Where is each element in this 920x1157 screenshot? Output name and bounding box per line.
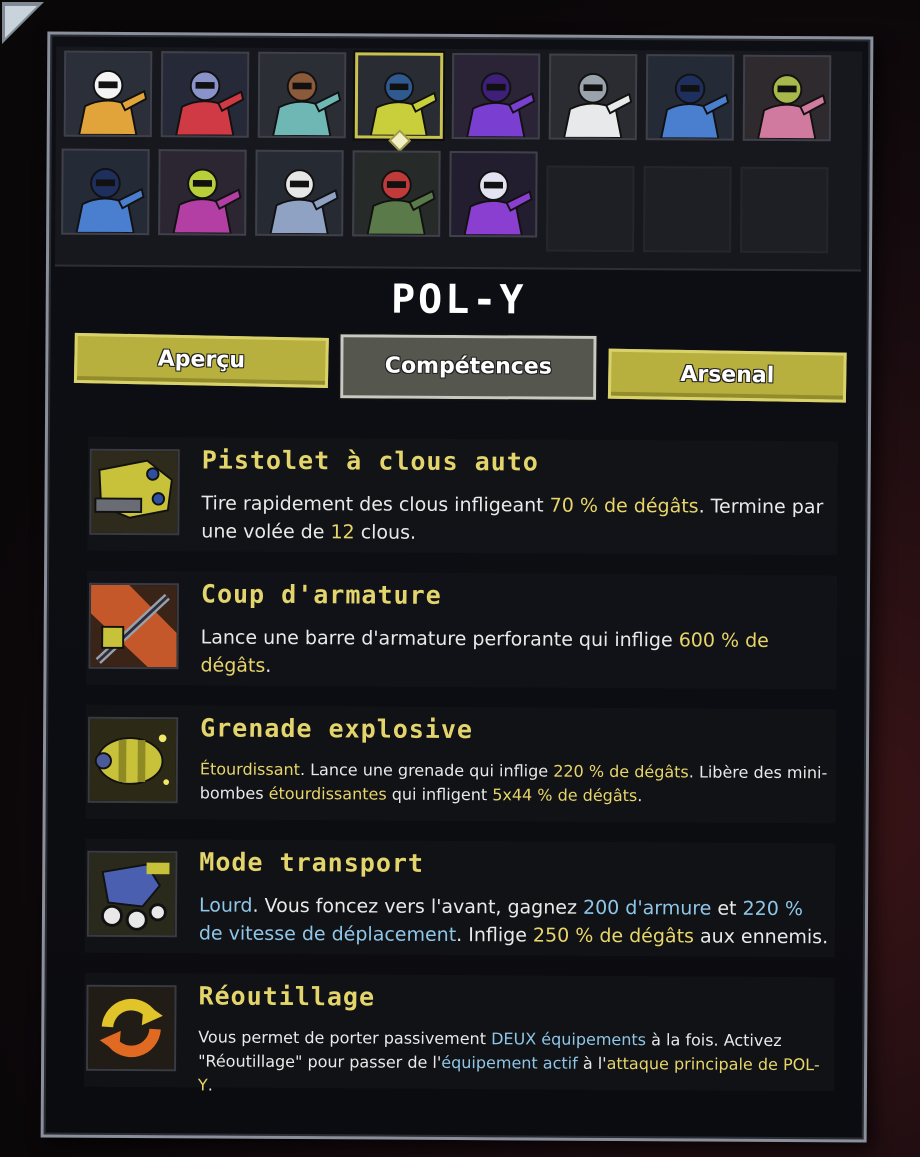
- highlight-text: étourdissantes: [268, 783, 387, 804]
- skill-row: Coup d'armature Lance une barre d'armatur…: [86, 570, 838, 690]
- tab-arsenal[interactable]: Arsenal: [607, 348, 847, 403]
- skill-row: Grenade explosive Étourdissant. Lance une…: [85, 704, 837, 824]
- description-text: aux ennemis.: [693, 925, 829, 949]
- skill-description: Étourdissant. Lance une grenade qui infl…: [200, 757, 830, 809]
- tab-overview[interactable]: Aperçu: [73, 332, 329, 388]
- highlight-text: Étourdissant: [199, 759, 301, 780]
- description-text: .: [265, 654, 272, 677]
- roster-slot-3[interactable]: [257, 51, 347, 139]
- tab-skills[interactable]: Compétences: [338, 332, 599, 402]
- roster-slot-13[interactable]: [449, 150, 538, 238]
- skill-title: Pistolet à clous auto: [201, 445, 539, 477]
- roster-slot-4[interactable]: [354, 52, 444, 139]
- roster-slot-9[interactable]: [61, 148, 150, 236]
- roster-slot-1[interactable]: [63, 50, 153, 138]
- character-portrait-icon: [744, 56, 830, 140]
- roster-slot-7[interactable]: [645, 54, 735, 141]
- description-text: .: [637, 786, 643, 806]
- transport-mode-icon: [86, 850, 178, 938]
- skill-description: Lance une barre d'armature perforante qu…: [200, 623, 830, 683]
- roster-slot-10[interactable]: [158, 149, 247, 236]
- character-portrait-icon: [65, 52, 151, 136]
- character-portrait-icon: [453, 54, 539, 138]
- character-portrait-icon: [451, 152, 536, 236]
- description-text: Tire rapidement des clous infligeant: [201, 492, 550, 517]
- character-portrait-icon: [63, 150, 148, 234]
- highlight-text: 70 % de dégâts: [549, 494, 699, 518]
- description-text: . Lance une grenade qui inflige: [299, 760, 554, 781]
- roster-slot-5[interactable]: [451, 52, 541, 140]
- skill-description: Vous permet de porter passivement DEUX é…: [198, 1025, 828, 1101]
- character-portrait-icon: [550, 55, 636, 139]
- skill-row: Pistolet à clous auto Tire rapidement des…: [87, 436, 838, 556]
- skill-title: Grenade explosive: [200, 713, 474, 745]
- description-text: . Vous foncez vers l'avant, gagnez: [252, 894, 584, 919]
- description-text: à l': [577, 1053, 607, 1073]
- roster-slot-15[interactable]: [643, 166, 732, 253]
- description-text: Vous permet de porter passivement: [198, 1027, 492, 1049]
- skill-description: Tire rapidement des clous infligeant 70 …: [201, 489, 831, 549]
- roster-slot-14[interactable]: [546, 165, 635, 253]
- character-portrait-icon: [354, 152, 439, 235]
- survivor-panel: POL-Y Aperçu Compétences Arsenal Pistole…: [40, 31, 874, 1143]
- roster-slot-8[interactable]: [742, 54, 832, 142]
- highlight-text: Lourd: [198, 894, 253, 917]
- skills-list: Pistolet à clous auto Tire rapidement des…: [83, 436, 838, 1095]
- highlight-text: 220 % de dégâts: [553, 761, 689, 782]
- highlight-text: 250 % de dégâts: [532, 924, 695, 948]
- character-portrait-icon: [160, 151, 245, 234]
- grenade-icon: [87, 716, 179, 804]
- character-portrait-icon: [162, 53, 248, 136]
- highlight-text: DEUX équipements: [491, 1029, 647, 1050]
- description-text: clous.: [354, 521, 417, 544]
- description-text: et: [711, 897, 743, 920]
- skill-title: Coup d'armature: [200, 579, 442, 610]
- highlight-text: 5x44 % de dégâts: [492, 785, 638, 806]
- character-roster: [54, 46, 863, 272]
- skill-row: Mode transport Lourd. Vous foncez vers l'…: [84, 838, 836, 958]
- rebar-icon: [88, 582, 180, 670]
- description-text: Lance une barre d'armature perforante qu…: [200, 626, 679, 652]
- skill-title: Réoutillage: [198, 981, 376, 1012]
- character-portrait-icon: [257, 151, 342, 235]
- roster-slot-16[interactable]: [740, 166, 829, 254]
- character-portrait-icon: [357, 55, 441, 136]
- retool-icon: [86, 984, 177, 1072]
- character-name: POL-Y: [390, 276, 527, 324]
- skill-description: Lourd. Vous foncez vers l'avant, gagnez …: [199, 891, 829, 951]
- roster-slot-6[interactable]: [548, 53, 638, 141]
- roster-slot-11[interactable]: [255, 149, 344, 237]
- character-portrait-icon: [647, 56, 733, 139]
- roster-slot-12[interactable]: [352, 150, 441, 237]
- roster-slot-2[interactable]: [160, 51, 250, 138]
- skill-title: Mode transport: [199, 847, 425, 878]
- skill-row: Réoutillage Vous permet de porter passive…: [83, 972, 835, 1095]
- description-text: qui infligent: [386, 784, 493, 805]
- character-portrait-icon: [259, 53, 345, 137]
- nail-gun-icon: [89, 448, 180, 536]
- back-corner-icon[interactable]: [2, 2, 44, 44]
- highlight-text: 12: [330, 521, 355, 544]
- highlight-text: équipement actif: [441, 1052, 578, 1073]
- highlight-text: 200 d'armure: [582, 896, 712, 920]
- description-text: . Inflige: [456, 924, 534, 947]
- description-text: .: [207, 1075, 213, 1095]
